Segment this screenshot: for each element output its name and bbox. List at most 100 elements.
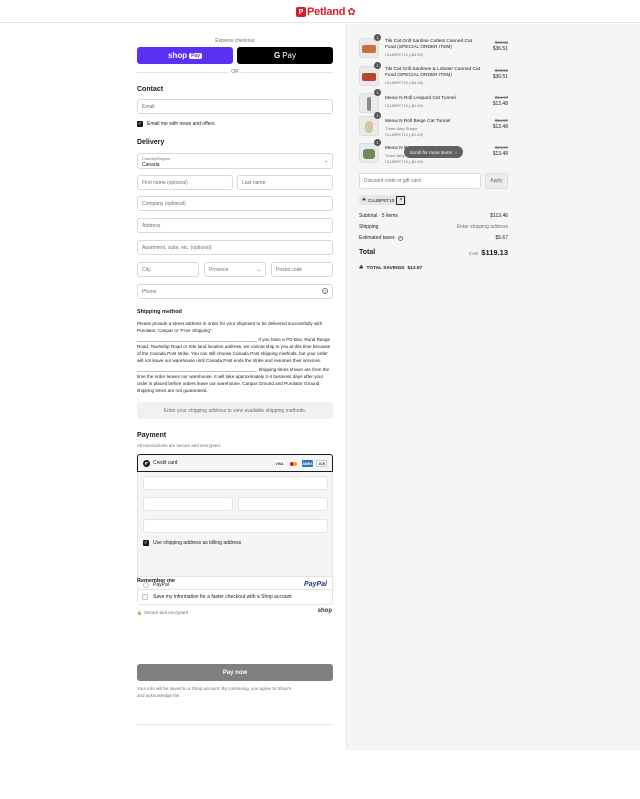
credit-card-option[interactable]: Credit card VISA AMEX JCB	[137, 454, 333, 472]
google-g-icon: G	[273, 51, 281, 60]
shipping-method-title: Shipping method	[137, 309, 182, 315]
original-price: $40.56	[494, 40, 508, 45]
shipping-note: Please provide a street address in order…	[137, 320, 333, 394]
billing-checkbox-row[interactable]: ✓ Use shipping address as billing addres…	[143, 540, 241, 546]
quantity-badge: 1	[374, 139, 381, 146]
secure-label: Secure and encrypted	[143, 610, 189, 615]
credit-card-radio[interactable]	[143, 460, 150, 467]
first-name-field[interactable]: First name (optional)	[137, 175, 233, 190]
currency-code: CAD	[468, 251, 479, 256]
product-thumbnail	[359, 93, 379, 113]
province-select[interactable]: Province ⌄	[204, 262, 266, 277]
news-checkbox-row[interactable]: ✓ Email me with news and offers	[137, 121, 215, 127]
apply-discount-button[interactable]: Apply	[485, 173, 508, 189]
news-checkbox[interactable]: ✓	[137, 121, 143, 127]
visa-icon: VISA	[274, 460, 285, 467]
petland-logo[interactable]: P Petland ✿	[296, 5, 356, 19]
shipping-label: Shipping	[359, 224, 379, 230]
last-name-field[interactable]: Last name	[237, 175, 333, 190]
footer-divider	[137, 724, 333, 725]
list-item: 1 Meow N Roll Beige Cat Tunnel Three-Way…	[359, 112, 508, 137]
help-icon[interactable]: ?	[322, 288, 328, 294]
discounted-price: $36.51	[492, 74, 508, 80]
info-icon[interactable]: ?	[397, 235, 403, 241]
applied-discount-tag: ☘ CLUBPET10 ×	[359, 195, 408, 205]
shipping-value: Enter shipping address	[456, 224, 508, 230]
discount-code-line: CLUBPET10 (-$4.05)	[385, 52, 424, 57]
original-price: $14.97	[494, 95, 508, 100]
email-field[interactable]: Email	[137, 99, 333, 114]
payment-title: Payment	[137, 432, 167, 439]
mastercard-icon	[288, 460, 299, 467]
google-pay-button[interactable]: G Pay	[237, 47, 333, 64]
product-variant: Three-Way	[385, 153, 405, 158]
discount-code-line: CLUBPET10 (-$1.49)	[385, 159, 424, 164]
shop-logo: shop	[317, 608, 332, 614]
company-field[interactable]: Company (optional)	[137, 196, 333, 211]
save-info-checkbox[interactable]	[142, 594, 148, 600]
subtotal-label: Subtotal · 5 items	[359, 213, 398, 219]
footer-consent-line-2: and acknowledge the	[137, 692, 180, 698]
security-code-field[interactable]	[238, 497, 328, 511]
pay-now-button[interactable]: Pay now	[137, 664, 333, 681]
product-variant: Three-Way Shape	[385, 126, 418, 131]
country-select[interactable]: Country/Region Canada ⌄	[137, 153, 333, 169]
country-label: Country/Region	[142, 156, 170, 161]
chevron-down-icon: ⌄	[323, 158, 328, 164]
product-name: Meow N Roll Leopard Cat Tunnel	[385, 96, 456, 101]
discounted-price: $36.51	[492, 46, 508, 52]
shop-pay-text: shop	[167, 51, 188, 60]
postal-code-field[interactable]: Postal code	[271, 262, 333, 277]
billing-checkbox[interactable]: ✓	[143, 540, 149, 546]
discounted-price: $13.48	[492, 124, 508, 130]
paypal-logo: PayPal	[304, 581, 327, 588]
amex-icon: AMEX	[302, 460, 313, 467]
shipping-para-3: ________________________________________…	[137, 366, 333, 394]
shop-pay-button[interactable]: shop Pay	[137, 47, 233, 64]
savings-label: TOTAL SAVINGS	[366, 265, 405, 271]
credit-card-label: Credit card	[153, 460, 178, 466]
savings-value: $12.57	[407, 265, 423, 271]
contact-title: Contact	[137, 86, 164, 93]
discounted-price: $13.48	[492, 101, 508, 107]
name-on-card-field[interactable]	[143, 519, 328, 533]
product-thumbnail	[359, 38, 379, 58]
footer-consent: Your info will be saved to a Shop accoun…	[137, 686, 333, 699]
address-field[interactable]: Address	[137, 218, 333, 233]
shipping-para-2: ________________________________________…	[137, 336, 333, 364]
quantity-badge: 1	[374, 112, 381, 119]
remember-title: Remember me	[137, 578, 175, 584]
remove-discount-icon[interactable]: ×	[396, 195, 406, 205]
taxes-value: $5.67	[495, 235, 508, 241]
google-pay-text: Pay	[282, 51, 297, 60]
taxes-row: Estimated taxes ?	[359, 235, 403, 241]
maple-leaf-icon: ✿	[347, 6, 356, 18]
scroll-more-button[interactable]: Scroll for more items ↓	[404, 146, 463, 158]
subtotal-value: $113.46	[490, 213, 508, 219]
expiry-field[interactable]	[143, 497, 233, 511]
product-thumbnail	[359, 116, 379, 136]
apartment-field[interactable]: Apartment, suite, etc. (optional)	[137, 240, 333, 255]
petland-logo-mark: P	[296, 7, 306, 17]
card-number-field[interactable]	[143, 476, 328, 490]
country-value: Canada	[142, 162, 160, 168]
city-field[interactable]: City	[137, 262, 199, 277]
billing-label: Use shipping address as billing address	[153, 540, 242, 546]
jcb-icon: JCB	[316, 460, 327, 467]
petland-logo-text: Petland	[307, 6, 346, 18]
total-row: CAD $119.13	[469, 248, 508, 257]
discount-code-field[interactable]: Discount code or gift card	[359, 173, 481, 189]
lock-icon: 🔒	[137, 610, 142, 615]
list-item: 1 Tiki Cat Grill Sardine Cutlets Canned …	[359, 34, 508, 59]
quantity-badge: 1	[374, 34, 381, 41]
phone-field[interactable]: Phone ?	[137, 284, 333, 299]
original-price: $14.97	[494, 145, 508, 150]
product-name: Tiki Cat Grill Sardine Cutlets Canned Ca…	[385, 39, 472, 50]
save-info-row[interactable]: Save my information for a faster checkou…	[137, 589, 333, 605]
list-item: 1 Tiki Cat Grill Sardines & Lobster Cann…	[359, 62, 508, 87]
phone-label: Phone	[142, 288, 157, 295]
save-info-label: Save my information for a faster checkou…	[153, 594, 292, 600]
shop-pay-tag: Pay	[189, 52, 202, 59]
shipping-para-2-rule: ________________________________________…	[137, 337, 258, 342]
applied-discount-code: CLUBPET10	[368, 197, 395, 203]
